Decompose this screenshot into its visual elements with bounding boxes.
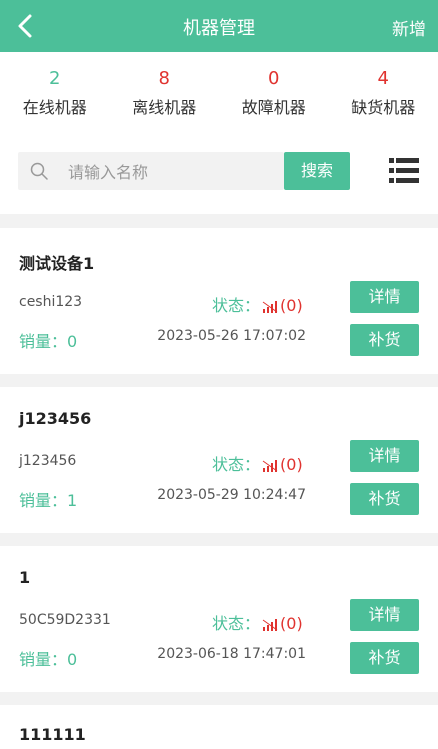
machine-sales: 销量：0 [19,332,78,351]
machine-card: 测试设备1 ceshi123 状态： (0) 销量：0 2023-05-26 17… [0,228,438,374]
machine-status: 状态： (0) [212,610,303,634]
stat-online-label: 在线机器 [22,98,87,117]
machine-card: 1 50C59D2331 状态： (0) 销量：0 2023-06-18 17:4… [0,546,438,692]
stat-offline[interactable]: 8 离线机器 [110,52,220,130]
restock-button[interactable]: 补货 [350,483,419,515]
restock-button[interactable]: 补货 [350,642,419,674]
machine-code: ceshi123 [19,294,83,310]
status-label: 状态： [212,296,261,315]
machine-code: j123456 [19,453,77,469]
stat-online-count: 2 [49,68,61,89]
search-input[interactable] [66,152,280,192]
status-label: 状态： [212,614,261,633]
search-bar: 搜索 [0,130,438,214]
signal-weak-icon [262,459,278,472]
stat-online[interactable]: 2 在线机器 [0,52,110,130]
machine-card: 111111 [0,705,438,749]
machine-name: 111111 [19,725,86,744]
stat-out-of-stock-count: 4 [377,68,389,89]
stat-offline-label: 离线机器 [132,98,197,117]
add-machine-button[interactable]: 新增 [392,15,426,40]
stat-out-of-stock-label: 缺货机器 [351,98,416,117]
machine-card: j123456 j123456 状态： (0) 销量：1 2023-05-29 1… [0,387,438,533]
restock-button[interactable]: 补货 [350,324,419,356]
machine-status: 状态： (0) [212,292,303,316]
machine-name: 1 [19,568,31,587]
stat-fault-label: 故障机器 [241,98,306,117]
machine-status: 状态： (0) [212,451,303,475]
status-count: (0) [280,455,303,474]
stat-fault-count: 0 [268,68,280,89]
status-count: (0) [280,296,303,315]
machine-sales: 销量：0 [19,650,78,669]
machine-sales: 销量：1 [19,491,78,510]
signal-weak-icon [262,618,278,631]
page-title: 机器管理 [183,18,255,39]
detail-button[interactable]: 详情 [350,440,419,472]
status-count: (0) [280,614,303,633]
machine-stats: 2 在线机器 8 离线机器 0 故障机器 4 缺货机器 [0,52,438,130]
machine-code: 50C59D2331 [19,612,111,628]
top-bar: 机器管理 新增 [0,0,438,52]
machine-time: 2023-06-18 17:47:01 [157,646,306,662]
stat-offline-count: 8 [158,68,170,89]
machine-time: 2023-05-26 17:07:02 [157,328,306,344]
detail-button[interactable]: 详情 [350,281,419,313]
stat-out-of-stock[interactable]: 4 缺货机器 [329,52,438,130]
signal-weak-icon [262,300,278,313]
search-icon [30,162,48,180]
status-label: 状态： [212,455,261,474]
search-button[interactable]: 搜索 [284,152,350,190]
detail-button[interactable]: 详情 [350,599,419,631]
stat-fault[interactable]: 0 故障机器 [219,52,329,130]
machine-name: j123456 [19,409,92,428]
machine-time: 2023-05-29 10:24:47 [157,487,306,503]
list-view-icon[interactable] [389,156,419,186]
machine-name: 测试设备1 [19,254,95,273]
search-box [18,152,284,192]
